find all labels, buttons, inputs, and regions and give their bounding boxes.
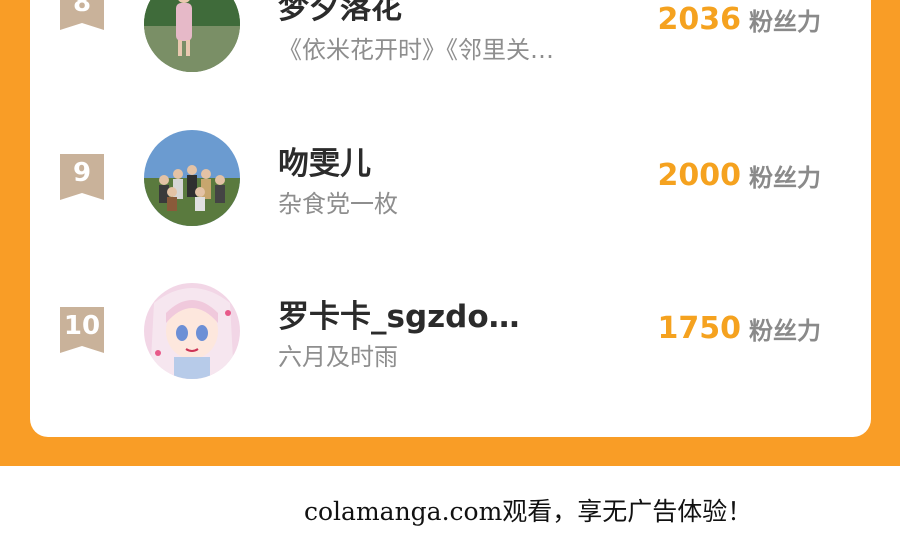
fans-number: 2036 — [657, 2, 742, 37]
user-name[interactable]: 吻雯儿 — [278, 138, 371, 183]
rank-number: 10 — [63, 311, 101, 341]
user-name[interactable]: 梦夕落花 — [278, 0, 402, 27]
rank-number: 8 — [72, 0, 92, 18]
fans-score: 1750 粉丝力 — [658, 311, 822, 346]
ranking-card: 8 梦夕落花 《依米花开时》《邻里关… 2036 粉丝力 9 吻雯儿 杂食党一枚… — [30, 0, 871, 437]
avatar[interactable] — [144, 0, 240, 72]
fans-score: 2036 粉丝力 — [658, 2, 822, 37]
user-description: 《依米花开时》《邻里关… — [278, 36, 554, 64]
user-name[interactable]: 罗卡卡_sgzdo… — [278, 291, 520, 336]
avatar[interactable] — [144, 283, 240, 379]
ranking-row[interactable]: 10 罗卡卡_sgzdo… 六月及时雨 1750 粉丝力 — [30, 283, 871, 403]
ranking-row[interactable]: 9 吻雯儿 杂食党一枚 2000 粉丝力 — [30, 130, 871, 250]
rank-badge: 8 — [60, 0, 104, 30]
user-description: 六月及时雨 — [278, 343, 398, 371]
footer-notice: colamanga.com观看，享无广告体验！ — [304, 497, 753, 526]
ranking-row[interactable]: 8 梦夕落花 《依米花开时》《邻里关… 2036 粉丝力 — [30, 0, 871, 96]
fans-score: 2000 粉丝力 — [658, 158, 822, 193]
fans-number: 2000 — [657, 158, 742, 193]
avatar[interactable] — [144, 130, 240, 226]
rank-badge: 10 — [60, 307, 104, 353]
fans-unit: 粉丝力 — [749, 8, 821, 36]
rank-number: 9 — [72, 158, 92, 188]
fans-unit: 粉丝力 — [749, 164, 821, 192]
rank-badge: 9 — [60, 154, 104, 200]
user-description: 杂食党一枚 — [278, 190, 398, 218]
fans-unit: 粉丝力 — [749, 317, 821, 345]
fans-number: 1750 — [657, 311, 742, 346]
